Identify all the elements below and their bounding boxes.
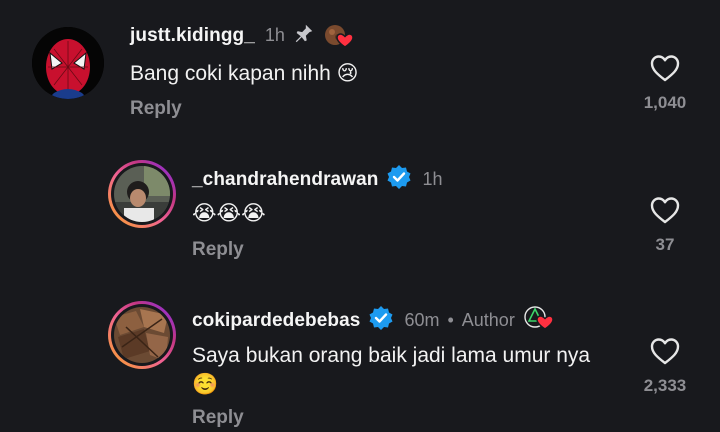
like-count: 37 [655,235,675,254]
reply-button[interactable]: Reply [192,239,244,261]
crying-emoji: 😭😭😭 [192,201,266,225]
author-label: Author [461,310,515,330]
heart-icon [650,55,680,82]
pin-icon [293,22,315,49]
verified-badge-icon [368,305,394,336]
spiderman-avatar-icon [32,27,104,99]
heart-icon [650,338,680,365]
comment-text: Bang coki kapan nihh 😢 [130,59,359,88]
like-button[interactable]: 37 [635,195,695,255]
sad-emoji: 😢 [336,61,359,85]
reply-button[interactable]: Reply [192,407,244,429]
reply-button[interactable]: Reply [130,98,182,120]
creator-liked-icon [323,23,357,49]
verified-badge-icon [386,164,412,195]
photo-avatar-icon [114,166,170,222]
comment-username[interactable]: justt.kidingg_ [130,25,255,47]
comment-text-body: Saya bukan orang baik jadi lama umur nya [192,344,591,367]
like-button[interactable]: 1,040 [635,53,695,113]
comment-text: Saya bukan orang baik jadi lama umur nya… [192,341,592,399]
avatar[interactable] [108,160,176,228]
avatar[interactable] [108,301,176,369]
avatar[interactable] [32,27,104,99]
like-button[interactable]: 2,333 [635,336,695,396]
heart-icon [650,197,680,224]
like-count: 1,040 [643,93,687,112]
comment-username[interactable]: _chandrahendrawan [192,169,378,191]
food-avatar-icon [114,307,170,363]
comment-time: 1h [264,25,285,45]
like-count: 2,333 [643,376,687,395]
comment-time: 60m [404,310,440,330]
separator-dot: • [447,310,454,330]
creator-liked-icon [523,305,557,336]
comment-time: 1h [422,169,443,189]
comments-screen: justt.kidingg_ 1h Bang coki kapan nihh 😢… [0,0,720,432]
comment-username[interactable]: cokipardedebebas [192,310,360,332]
smiling-emoji: ☺️ [192,372,219,396]
comment-text-body: Bang coki kapan nihh [130,62,331,85]
